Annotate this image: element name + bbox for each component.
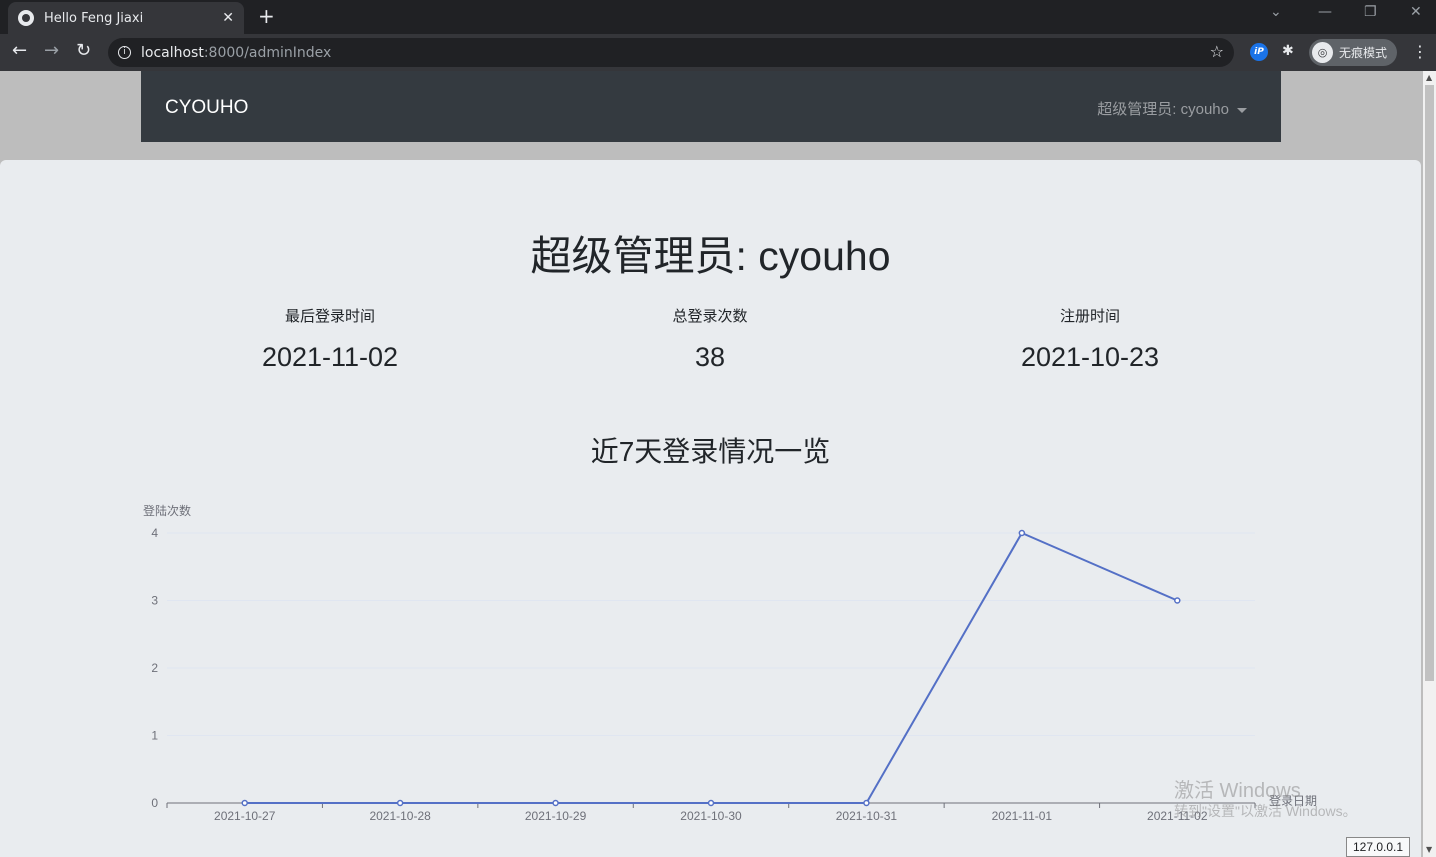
x-tick-label: 2021-10-29 bbox=[525, 809, 587, 823]
incognito-icon: ◎ bbox=[1312, 42, 1333, 63]
windows-activation-hint: 转到"设置"以激活 Windows。 bbox=[1174, 803, 1357, 819]
incognito-badge[interactable]: ◎ 无痕模式 bbox=[1309, 39, 1397, 66]
new-tab-button[interactable]: + bbox=[258, 5, 275, 27]
tab-search-icon[interactable]: ⌄ bbox=[1270, 4, 1282, 20]
browser-tab[interactable]: Hello Feng Jiaxi ✕ bbox=[8, 2, 244, 34]
x-tick-label: 2021-10-31 bbox=[836, 809, 898, 823]
extensions-puzzle-icon[interactable]: ✱ bbox=[1282, 43, 1294, 59]
scroll-up-arrow-icon[interactable]: ▲ bbox=[1426, 73, 1432, 82]
data-point bbox=[707, 799, 715, 807]
data-point bbox=[1018, 529, 1026, 537]
x-tick-label: 2021-10-30 bbox=[680, 809, 742, 823]
user-menu-dropdown[interactable]: 超级管理员: cyouho bbox=[1097, 98, 1247, 119]
url-host: localhost bbox=[141, 44, 204, 61]
site-navbar: CYOUHO 超级管理员: cyouho bbox=[141, 71, 1281, 142]
info-icon[interactable]: i bbox=[118, 46, 131, 59]
browser-menu-icon[interactable]: ⋮ bbox=[1412, 42, 1428, 61]
dashboard-card: 超级管理员: cyouho 最后登录时间 2021-11-02 总登录次数 38… bbox=[0, 160, 1421, 857]
data-point bbox=[396, 799, 404, 807]
globe-icon bbox=[18, 10, 34, 26]
caret-down-icon bbox=[1237, 107, 1247, 113]
scroll-down-arrow-icon[interactable]: ▼ bbox=[1426, 845, 1432, 854]
page-viewport: CYOUHO 超级管理员: cyouho 超级管理员: cyouho 最后登录时… bbox=[0, 71, 1423, 857]
user-menu-label: 超级管理员: cyouho bbox=[1097, 101, 1229, 118]
data-point bbox=[241, 799, 248, 807]
browser-tab-bar: Hello Feng Jiaxi ✕ + ⌄ — ❐ ✕ bbox=[0, 0, 1436, 34]
y-tick-label: 2 bbox=[151, 661, 158, 675]
minimize-icon[interactable]: — bbox=[1318, 4, 1332, 20]
windows-activation-watermark: 激活 Windows bbox=[1174, 780, 1301, 802]
data-point bbox=[863, 799, 870, 807]
restore-icon[interactable]: ❐ bbox=[1364, 4, 1377, 20]
forward-button[interactable]: → bbox=[44, 40, 59, 62]
address-bar[interactable]: i localhost :8000/adminIndex ☆ bbox=[108, 38, 1234, 67]
back-button[interactable]: ← bbox=[12, 40, 27, 62]
reload-button[interactable]: ↻ bbox=[76, 40, 91, 62]
x-tick-label: 2021-10-27 bbox=[214, 809, 276, 823]
y-tick-label: 0 bbox=[151, 796, 158, 810]
scrollbar-thumb[interactable] bbox=[1425, 85, 1434, 681]
close-tab-icon[interactable]: ✕ bbox=[222, 10, 234, 26]
ip-extension-icon[interactable]: iP bbox=[1250, 43, 1268, 61]
incognito-label: 无痕模式 bbox=[1339, 46, 1388, 60]
x-tick-label: 2021-11-01 bbox=[992, 809, 1053, 823]
status-bubble: 127.0.0.1 bbox=[1346, 837, 1411, 857]
data-point bbox=[1174, 597, 1181, 604]
y-tick-label: 4 bbox=[151, 526, 158, 540]
y-tick-label: 1 bbox=[151, 729, 158, 743]
bookmark-star-icon[interactable]: ☆ bbox=[1210, 42, 1224, 61]
y-tick-label: 3 bbox=[151, 594, 158, 608]
x-tick-label: 2021-10-28 bbox=[369, 809, 431, 823]
window-close-icon[interactable]: ✕ bbox=[1410, 4, 1422, 20]
brand-logo[interactable]: CYOUHO bbox=[165, 97, 248, 119]
tab-title: Hello Feng Jiaxi bbox=[44, 10, 144, 26]
browser-toolbar: ← → ↻ i localhost :8000/adminIndex ☆ iP … bbox=[0, 34, 1436, 71]
data-point bbox=[552, 799, 559, 807]
url-path: :8000/adminIndex bbox=[203, 44, 332, 61]
y-axis-title: 登陆次数 bbox=[143, 503, 191, 518]
page-scrollbar[interactable]: ▲ ▼ bbox=[1423, 71, 1436, 857]
login-line-chart: 0 1 2 3 4 2021-10-27 2021-10-28 2021-10-29 2021-… bbox=[143, 503, 1317, 823]
